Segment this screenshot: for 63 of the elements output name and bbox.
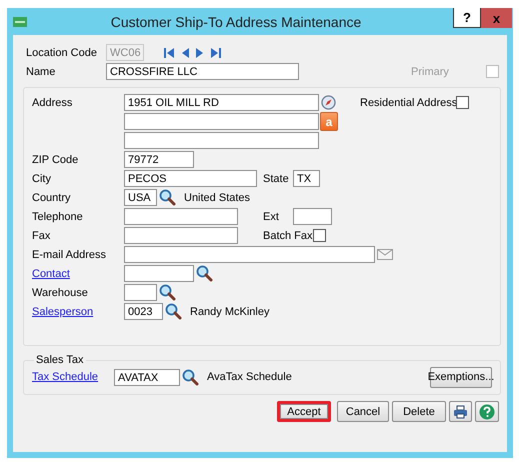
help-button[interactable]: ? xyxy=(453,8,481,28)
input-field[interactable] xyxy=(293,208,332,225)
field-link[interactable]: Tax Schedule xyxy=(32,371,98,383)
field-link[interactable]: Salesperson xyxy=(32,306,124,318)
delete-button[interactable]: Delete xyxy=(392,401,446,422)
field-label: Country xyxy=(32,192,72,204)
window-title: Customer Ship-To Address Maintenance xyxy=(110,14,362,30)
search-icon[interactable] xyxy=(159,284,176,301)
input-field[interactable] xyxy=(124,132,319,149)
field-label: Primary xyxy=(411,66,450,78)
checkbox[interactable] xyxy=(456,96,469,109)
first-record-icon[interactable] xyxy=(164,48,174,58)
search-icon[interactable] xyxy=(182,368,200,386)
field-label: ZIP Code xyxy=(32,154,80,166)
field-label: Fax xyxy=(32,230,52,242)
input-field[interactable]: 0023 xyxy=(124,303,163,320)
close-button[interactable]: x xyxy=(481,8,512,28)
input-field[interactable] xyxy=(124,284,157,301)
app-logo-icon xyxy=(13,16,27,26)
tax-schedule-name: AvaTax Schedule xyxy=(207,371,292,383)
previous-record-icon[interactable] xyxy=(181,48,189,58)
next-record-icon[interactable] xyxy=(196,48,204,58)
accept-button[interactable]: Accept xyxy=(277,401,331,422)
input-field[interactable] xyxy=(124,227,238,244)
envelope-icon[interactable] xyxy=(377,249,393,260)
input-field[interactable] xyxy=(124,265,194,282)
field-label: Location Code xyxy=(26,46,98,58)
input-field[interactable]: AVATAX xyxy=(114,368,180,386)
field-label: Warehouse xyxy=(32,286,89,298)
input-field[interactable]: CROSSFIRE LLC xyxy=(106,63,299,80)
group-title: Sales Tax xyxy=(35,354,84,366)
help-icon xyxy=(479,404,495,420)
field-label: E-mail Address xyxy=(32,248,107,260)
checkbox[interactable] xyxy=(313,229,326,242)
input-field[interactable] xyxy=(124,113,319,130)
last-record-icon[interactable] xyxy=(211,48,221,58)
search-icon[interactable] xyxy=(165,303,182,320)
country-name: United States xyxy=(184,192,250,204)
input-field[interactable]: 79772 xyxy=(124,151,194,168)
search-icon[interactable] xyxy=(159,189,176,206)
field-label: Ext xyxy=(263,210,280,222)
compass-icon[interactable] xyxy=(321,95,336,110)
input-field[interactable] xyxy=(124,208,238,225)
field-label: Batch Fax xyxy=(263,230,313,242)
input-field[interactable]: 1951 OIL MILL RD xyxy=(124,94,319,111)
field-label: Telephone xyxy=(32,210,84,222)
input-field[interactable] xyxy=(124,246,375,263)
field-label: City xyxy=(32,172,52,184)
field-label: Residential Address xyxy=(360,96,456,108)
print-button[interactable] xyxy=(449,401,472,422)
help-button[interactable] xyxy=(475,401,499,422)
field-link[interactable]: Contact xyxy=(32,268,124,280)
cancel-button[interactable]: Cancel xyxy=(337,401,389,422)
printer-icon xyxy=(453,404,468,418)
input-field[interactable]: PECOS xyxy=(124,170,257,187)
input-field[interactable]: USA xyxy=(124,189,157,206)
search-icon[interactable] xyxy=(196,265,213,282)
field-label: Name xyxy=(26,66,56,78)
input-field[interactable]: TX xyxy=(293,170,320,187)
exemptions-button[interactable]: Exemptions... xyxy=(430,366,492,388)
field-label: Address xyxy=(32,96,74,108)
salesperson-name: Randy McKinley xyxy=(190,306,270,318)
field-label: State xyxy=(263,172,290,184)
